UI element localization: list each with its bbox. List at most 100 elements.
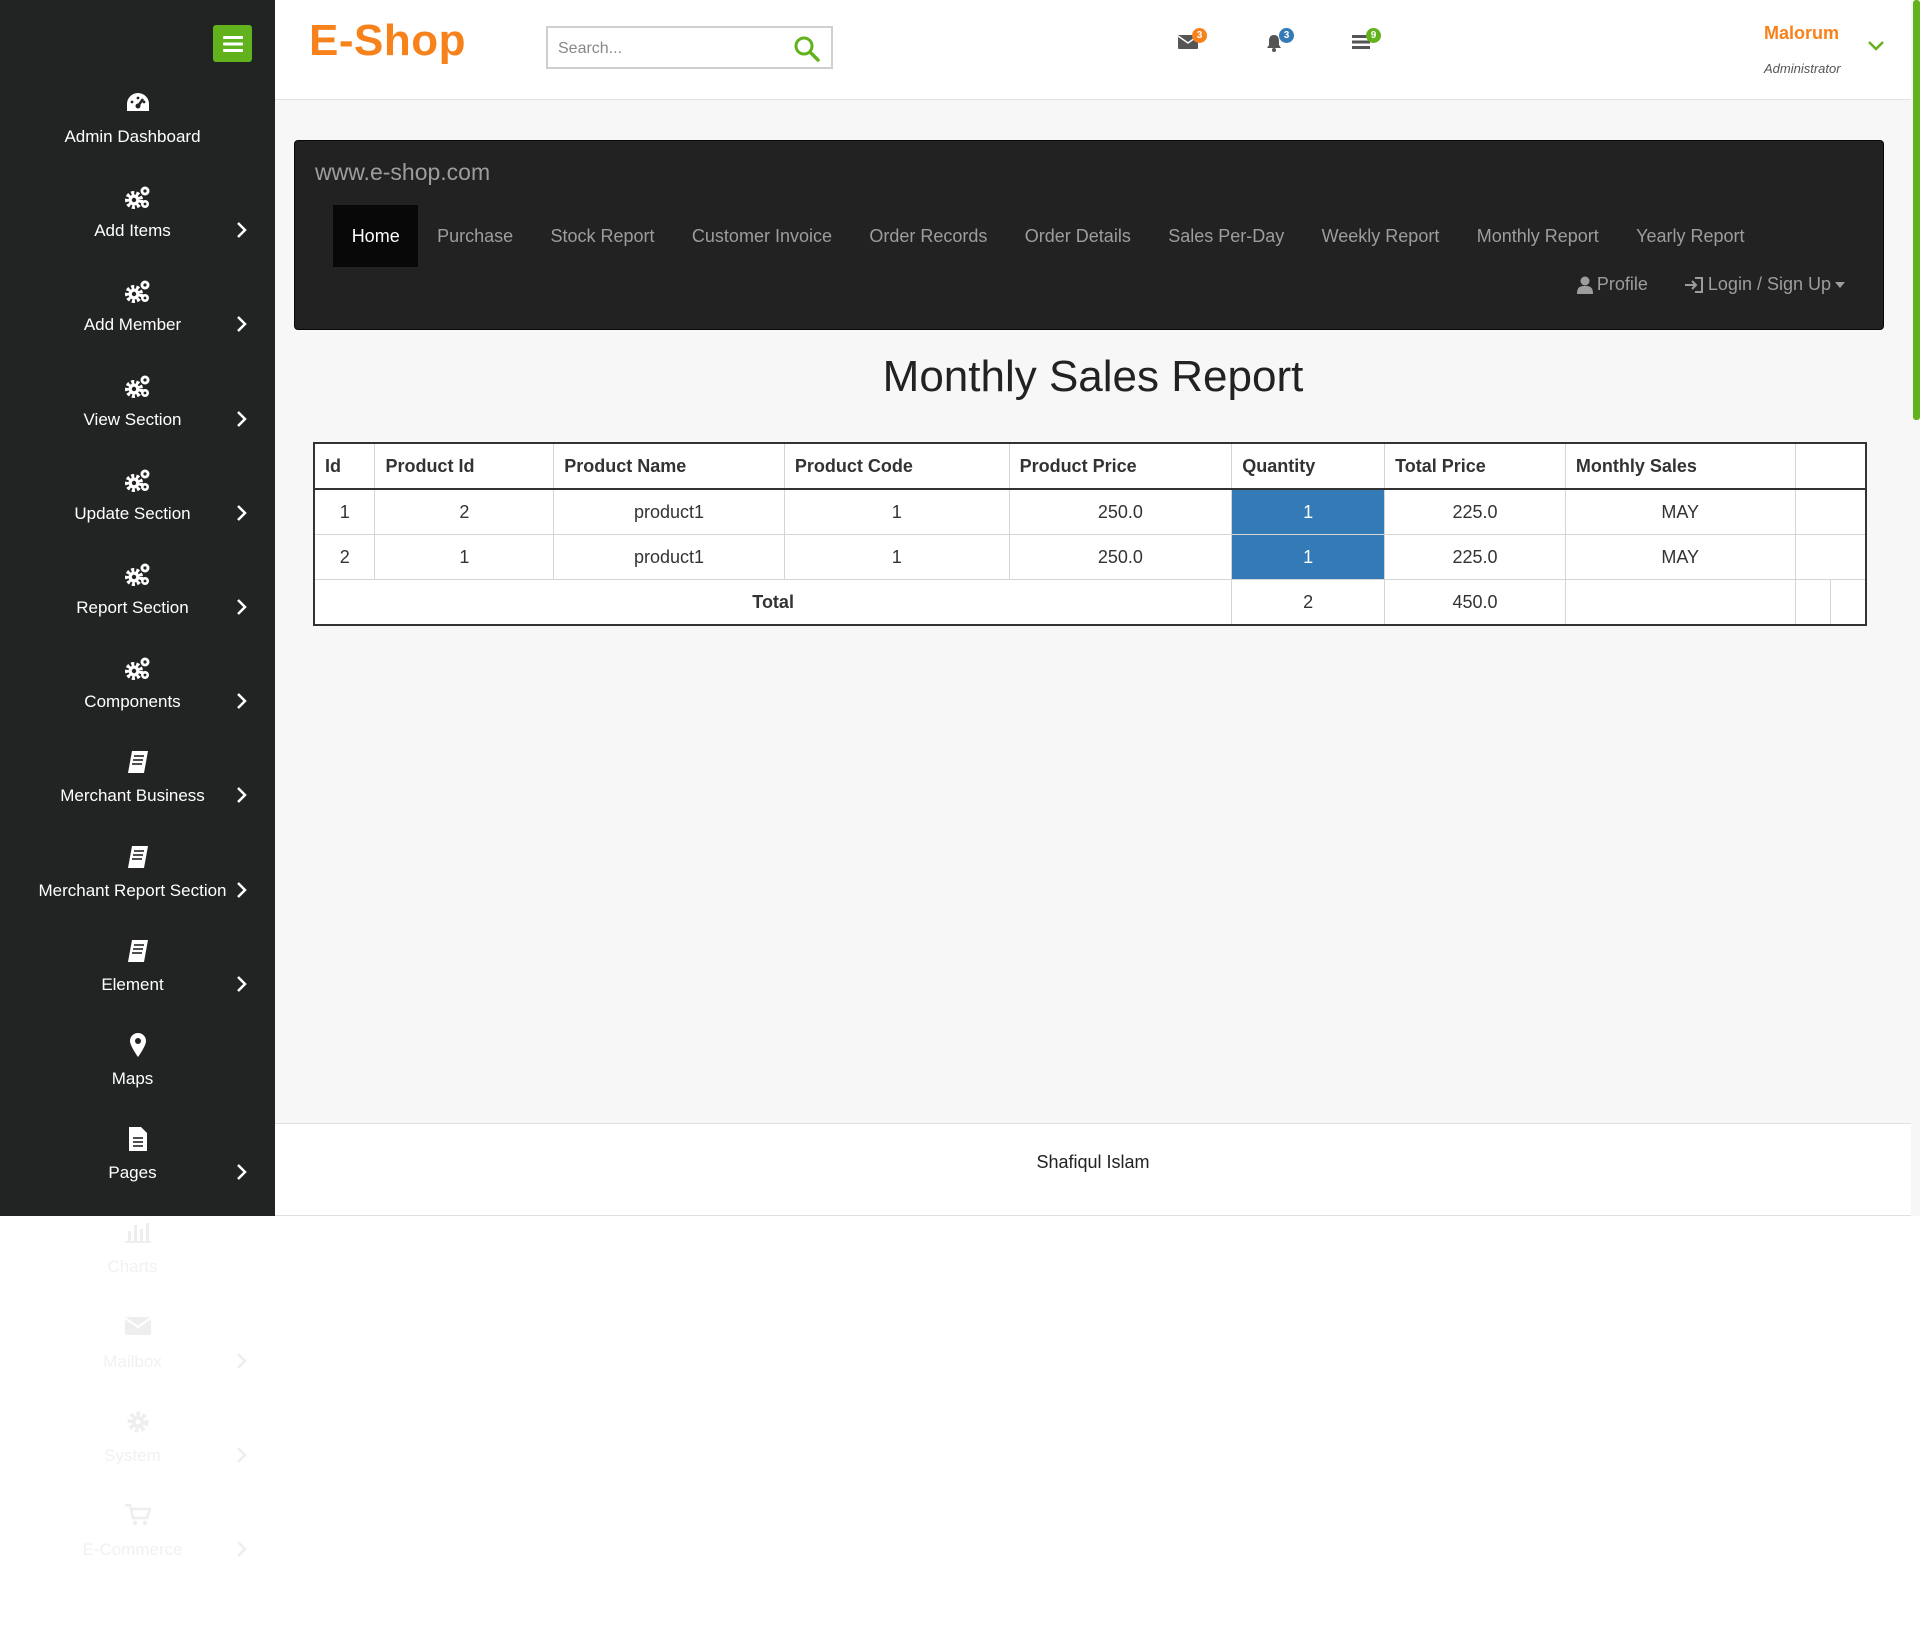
sidebar-item-charts[interactable]: Charts <box>0 1215 275 1309</box>
total-empty-b <box>1830 579 1867 626</box>
sidebar-menu-overflow: Charts Mailbox System E-Commerce <box>0 1215 275 1592</box>
column-header-empty <box>1794 442 1867 490</box>
column-header[interactable]: Id <box>313 442 376 490</box>
sidebar-item-element[interactable]: Element <box>0 933 275 1027</box>
table-cell: 225.0 <box>1384 488 1566 535</box>
column-header[interactable]: Product Name <box>553 442 785 490</box>
sidebar-item-view-section[interactable]: View Section <box>0 368 275 462</box>
tab-yearly-report[interactable]: Yearly Report <box>1617 205 1763 267</box>
user-name[interactable]: Malorum <box>1764 23 1839 44</box>
dashboard-icon <box>0 91 275 115</box>
table-cell: 1 <box>374 534 555 580</box>
cogs-icon <box>0 185 275 211</box>
column-header[interactable]: Product Price <box>1008 442 1233 490</box>
table-cell: 250.0 <box>1008 488 1233 535</box>
tasks-button[interactable]: 9 <box>1352 28 1381 50</box>
tab-purchase[interactable]: Purchase <box>418 205 531 267</box>
tab-stock-report[interactable]: Stock Report <box>532 205 673 267</box>
sidebar-item-mailbox[interactable]: Mailbox <box>0 1310 275 1404</box>
column-header[interactable]: Product Id <box>374 442 555 490</box>
notifications-button[interactable]: 3 <box>1265 28 1294 52</box>
chevron-right-icon <box>236 975 248 993</box>
navbar-tabs: Home Purchase Stock Report Customer Invoice… <box>333 205 1763 267</box>
sidebar-item-label: Maps <box>111 1068 154 1088</box>
sidebar-item-maps[interactable]: Maps <box>0 1027 275 1121</box>
user-menu-toggle[interactable] <box>1867 40 1885 52</box>
main-content: www.e-shop.com Home Purchase Stock Report C… <box>275 100 1911 1123</box>
sidebar-item-label: View Section <box>83 409 182 429</box>
table-cell: product1 <box>553 534 785 580</box>
menu-toggle-button[interactable] <box>213 25 252 62</box>
sidebar-item-report-section[interactable]: Report Section <box>0 556 275 650</box>
tab-weekly-report[interactable]: Weekly Report <box>1303 205 1458 267</box>
search-box <box>546 26 833 69</box>
book-icon <box>0 845 275 869</box>
login-icon <box>1684 276 1703 293</box>
search-input[interactable] <box>556 36 790 62</box>
tab-order-records[interactable]: Order Records <box>851 205 1006 267</box>
sidebar-item-update-section[interactable]: Update Section <box>0 462 275 556</box>
cogs-icon <box>0 562 275 588</box>
table-cell: product1 <box>553 488 785 535</box>
chevron-right-icon <box>236 786 248 804</box>
sidebar-item-label: Mailbox <box>103 1351 162 1371</box>
login-dropdown[interactable]: Login / Sign Up <box>1684 274 1845 295</box>
table-cell: 1 <box>783 488 1010 535</box>
bar-chart-icon <box>0 1221 275 1244</box>
map-marker-icon <box>0 1032 275 1057</box>
sidebar-item-label: Components <box>84 692 181 712</box>
total-label: Total <box>313 579 1233 626</box>
total-quantity: 2 <box>1231 579 1386 626</box>
sidebar-item-admin-dashboard[interactable]: Admin Dashboard <box>0 85 275 179</box>
tab-home[interactable]: Home <box>333 205 419 267</box>
table-total-row: Total 2 450.0 <box>313 579 1867 626</box>
chevron-down-icon <box>1868 41 1884 51</box>
sidebar-item-merchant-report-section[interactable]: Merchant Report Section <box>0 839 275 933</box>
hamburger-icon <box>222 35 243 52</box>
chevron-right-icon <box>236 1540 248 1558</box>
tab-order-details[interactable]: Order Details <box>1006 205 1149 267</box>
cogs-icon <box>0 279 275 305</box>
tab-customer-invoice[interactable]: Customer Invoice <box>673 205 850 267</box>
chevron-right-icon <box>236 881 248 899</box>
table-cell-empty <box>1794 488 1867 535</box>
sidebar-item-label: System <box>104 1445 161 1465</box>
navbar-brand[interactable]: www.e-shop.com <box>315 159 490 186</box>
sidebar-menu: Admin Dashboard Add Items Add Member View S… <box>0 85 275 1215</box>
sidebar-item-add-member[interactable]: Add Member <box>0 273 275 367</box>
table-row: 1 2 product1 1 250.0 1 225.0 MAY <box>313 488 1867 535</box>
sidebar-item-e-commerce[interactable]: E-Commerce <box>0 1498 275 1592</box>
book-icon <box>0 750 275 774</box>
sidebar-item-merchant-business[interactable]: Merchant Business <box>0 744 275 838</box>
column-header[interactable]: Quantity <box>1231 442 1386 490</box>
sidebar-item-components[interactable]: Components <box>0 650 275 744</box>
tab-sales-per-day[interactable]: Sales Per-Day <box>1150 205 1303 267</box>
profile-link[interactable]: Profile <box>1576 274 1648 295</box>
table-cell: 2 <box>313 534 376 580</box>
brand-logo[interactable]: E-Shop <box>309 16 466 66</box>
sidebar-item-pages[interactable]: Pages <box>0 1121 275 1215</box>
footer-credit: Shafiqul Islam <box>1036 1152 1150 1172</box>
book-icon <box>0 939 275 963</box>
tab-monthly-report[interactable]: Monthly Report <box>1458 205 1617 267</box>
gear-icon <box>0 1410 275 1434</box>
column-header[interactable]: Monthly Sales <box>1564 442 1796 490</box>
report-navbar: www.e-shop.com Home Purchase Stock Report C… <box>294 140 1884 330</box>
mail-button[interactable]: 3 <box>1178 28 1207 50</box>
envelope-icon <box>0 1316 275 1336</box>
search-button[interactable] <box>793 35 821 63</box>
file-icon <box>0 1127 275 1152</box>
sidebar-item-system[interactable]: System <box>0 1404 275 1498</box>
column-header[interactable]: Total Price <box>1384 442 1566 490</box>
sidebar-item-add-items[interactable]: Add Items <box>0 179 275 273</box>
sidebar-item-label: Add Member <box>83 315 182 335</box>
table-header-row: Id Product Id Product Name Product Code Prod… <box>313 442 1867 490</box>
total-price: 450.0 <box>1384 579 1566 626</box>
sidebar-item-label: Update Section <box>74 503 191 523</box>
page-footer: Shafiqul Islam <box>275 1123 1911 1216</box>
column-header[interactable]: Product Code <box>783 442 1010 490</box>
table-cell: 225.0 <box>1384 534 1566 580</box>
scrollbar-thumb[interactable] <box>1913 0 1920 420</box>
sidebar-item-label: Merchant Business <box>60 786 205 806</box>
table-cell: 1 <box>313 488 376 535</box>
